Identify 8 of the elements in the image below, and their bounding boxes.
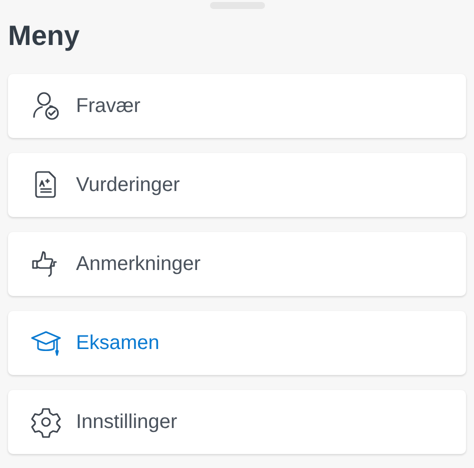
page-title: Meny <box>8 20 80 53</box>
menu-item[interactable]: Eksamen <box>8 311 466 375</box>
menu-item[interactable]: Anmerkninger <box>8 232 466 296</box>
person-check-icon <box>30 90 62 122</box>
menu-item[interactable]: Vurderinger <box>8 153 466 217</box>
gear-icon <box>30 406 62 438</box>
menu-item[interactable]: Fravær <box>8 74 466 138</box>
menu-item[interactable]: Innstillinger <box>8 390 466 454</box>
